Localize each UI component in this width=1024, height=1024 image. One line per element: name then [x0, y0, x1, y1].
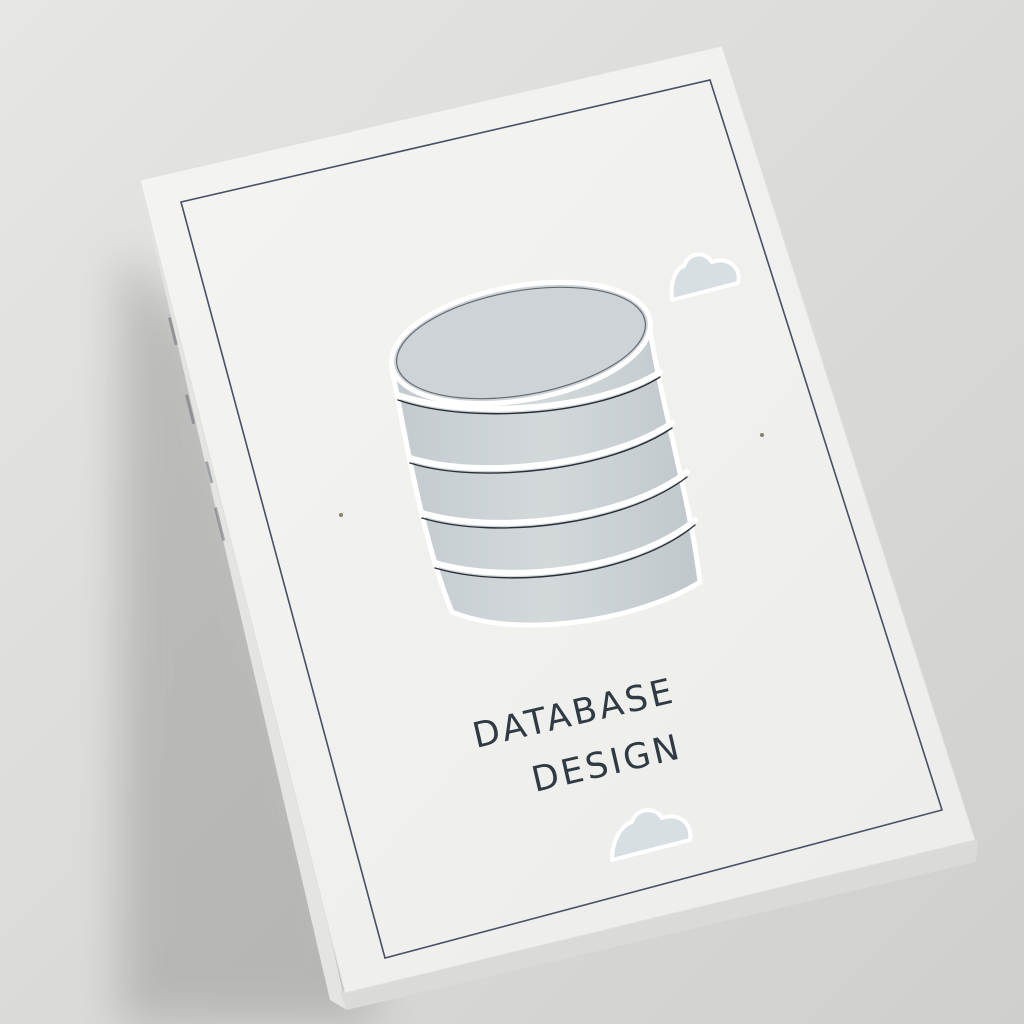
book-scene: DATABASE DESIGN: [0, 0, 1024, 1024]
speck: [760, 433, 764, 437]
book-illustration: DATABASE DESIGN: [0, 0, 1024, 1024]
speck: [339, 513, 343, 517]
